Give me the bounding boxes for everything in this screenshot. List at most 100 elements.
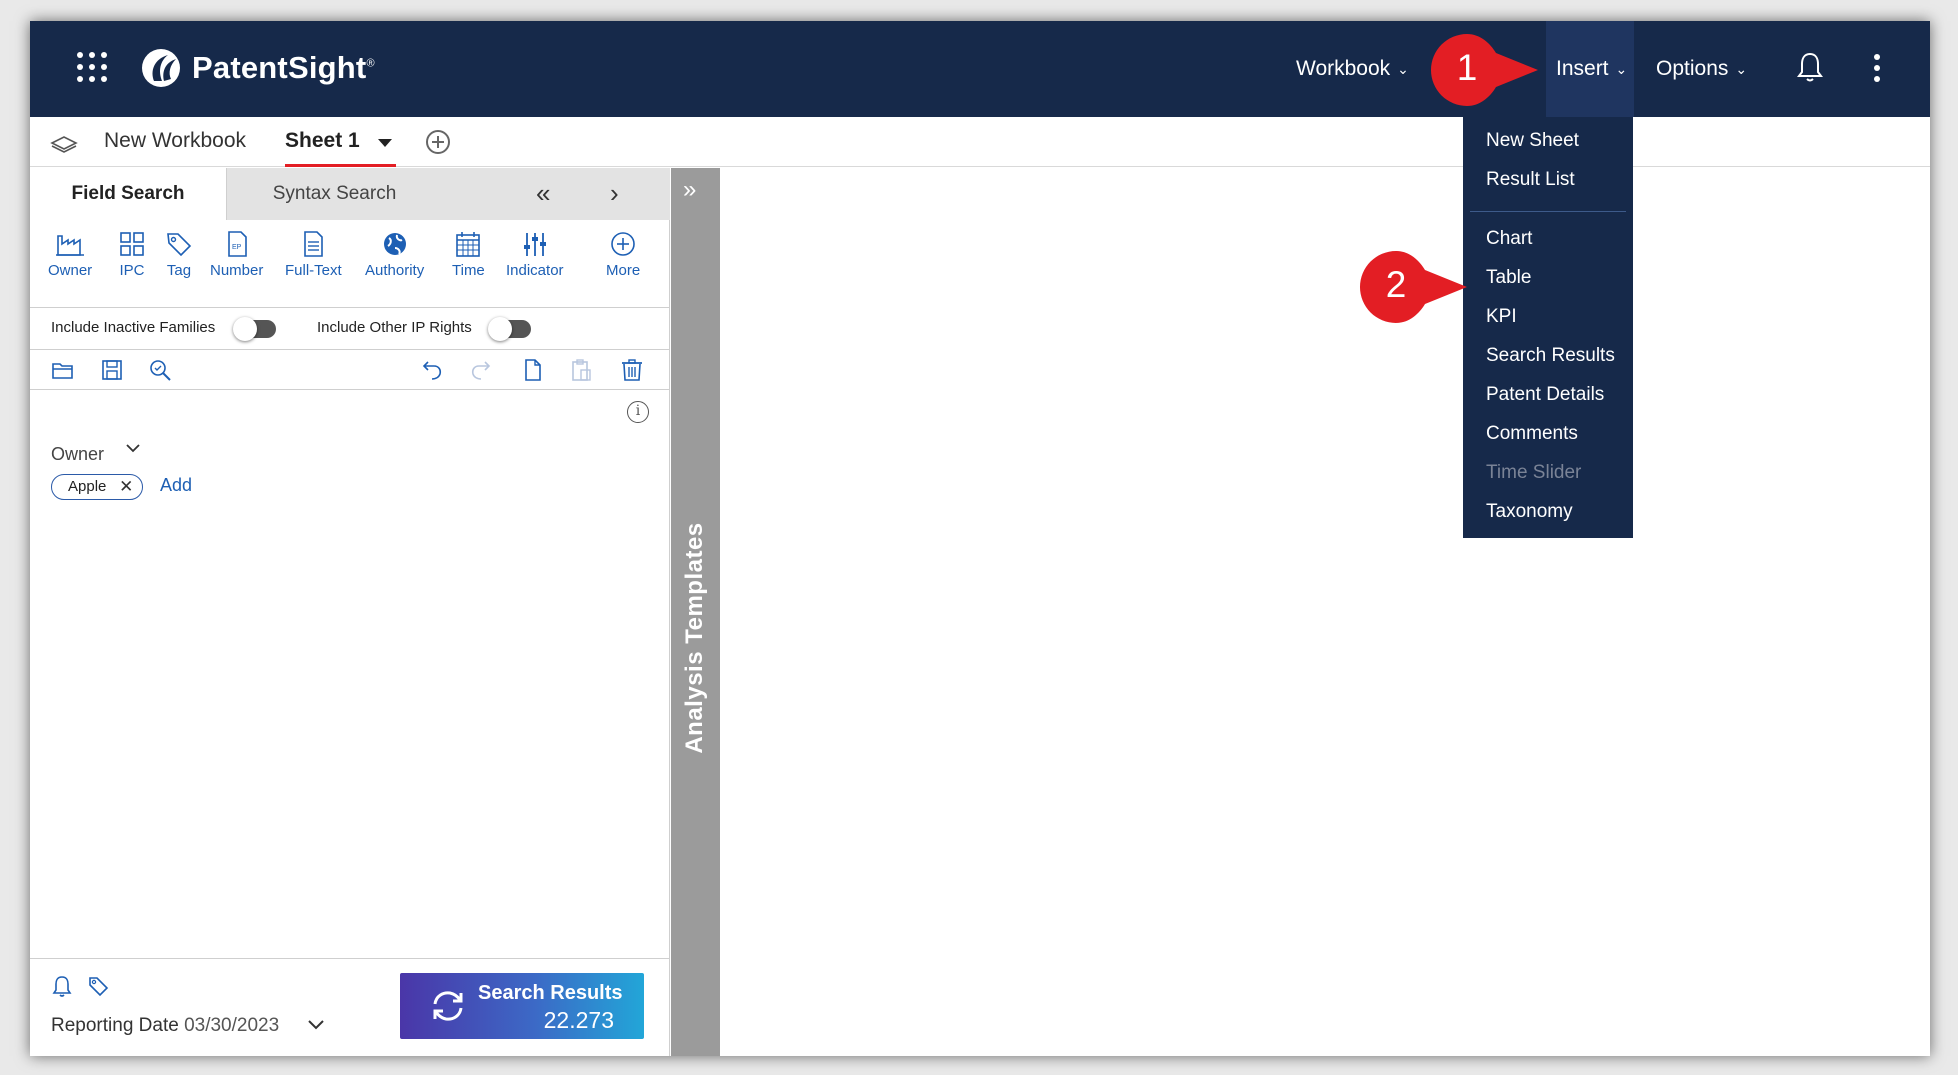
sheet-canvas <box>720 168 1930 1056</box>
logo-text: PatentSight® <box>192 50 375 85</box>
tag-field-button[interactable]: Tag <box>164 230 194 279</box>
authority-field-button[interactable]: Authority <box>365 230 424 279</box>
refresh-icon <box>433 991 463 1021</box>
reporting-date-value: 03/30/2023 <box>184 1015 280 1036</box>
options-menu[interactable]: Options ⌄ <box>1656 21 1747 117</box>
insert-menu-label: Insert <box>1556 57 1609 80</box>
app-window: PatentSight® Workbook ⌄ Insert ⌄ Options… <box>30 21 1930 1056</box>
menu-item-result-list[interactable]: Result List <box>1486 169 1575 191</box>
field-icon-toolbar: Owner IPC Tag EP Number Full-Text Author… <box>30 220 670 308</box>
chevron-down-icon[interactable] <box>307 1017 325 1033</box>
options-toggles: Include Inactive Families Include Other … <box>30 308 670 350</box>
step-2-number: 2 <box>1385 264 1407 305</box>
inactive-families-label: Include Inactive Families <box>51 319 216 336</box>
chip-label: Apple <box>68 478 107 495</box>
search-tabs: Field Search Syntax Search « › <box>30 168 670 220</box>
menu-item-search-results[interactable]: Search Results <box>1486 345 1615 367</box>
copy-icon[interactable] <box>520 358 544 382</box>
alert-bell-icon[interactable] <box>51 975 73 997</box>
search-results-title: Search Results <box>478 982 623 1004</box>
notifications-bell-icon[interactable] <box>1797 51 1823 83</box>
owner-field-button[interactable]: Owner <box>48 230 92 279</box>
search-toolbar <box>30 350 670 390</box>
chevron-right-icon[interactable]: › <box>610 178 619 209</box>
app-launcher-icon[interactable] <box>77 52 107 82</box>
globe-icon <box>383 233 406 255</box>
collapse-panel-icon[interactable]: « <box>536 178 550 209</box>
field-label-owner: Owner <box>48 262 93 279</box>
remove-chip-icon[interactable]: ✕ <box>119 475 133 498</box>
add-sheet-icon[interactable] <box>426 130 450 154</box>
menu-item-taxonomy[interactable]: Taxonomy <box>1486 501 1573 523</box>
delete-trash-icon[interactable] <box>620 358 644 382</box>
menu-item-chart[interactable]: Chart <box>1486 228 1532 250</box>
ipc-field-button[interactable]: IPC <box>117 230 147 279</box>
tab-sheet-1[interactable]: Sheet 1 <box>285 117 396 167</box>
tag-icon <box>167 233 192 257</box>
insert-menu[interactable]: Insert ⌄ <box>1546 21 1634 117</box>
tab-syntax-search[interactable]: Syntax Search <box>227 168 442 220</box>
svg-text:EP: EP <box>232 244 242 251</box>
field-label-tag: Tag <box>166 262 192 279</box>
field-label-more: More <box>606 262 641 279</box>
workbook-menu-label: Workbook <box>1296 57 1391 80</box>
other-ip-rights-label: Include Other IP Rights <box>317 319 472 336</box>
more-fields-button[interactable]: More <box>606 230 640 279</box>
undo-icon[interactable] <box>420 358 444 382</box>
field-label-authority: Authority <box>365 262 425 279</box>
analysis-templates-label: Analysis Templates <box>681 522 708 754</box>
logo: PatentSight® <box>140 47 375 89</box>
menu-item-kpi[interactable]: KPI <box>1486 306 1517 328</box>
document-ep-icon: EP <box>227 231 247 257</box>
chevron-down-icon: ⌄ <box>1735 60 1748 77</box>
field-label-time: Time <box>452 262 485 279</box>
menu-item-table[interactable]: Table <box>1486 267 1531 289</box>
other-ip-rights-toggle[interactable] <box>488 317 531 341</box>
top-navigation-bar: PatentSight® Workbook ⌄ Insert ⌄ Options… <box>30 21 1930 117</box>
expand-panel-icon[interactable]: » <box>683 176 696 204</box>
open-folder-icon[interactable] <box>51 358 75 382</box>
patentsight-logo-icon <box>142 49 180 87</box>
workbook-name[interactable]: New Workbook <box>104 129 246 153</box>
menu-item-time-slider: Time Slider <box>1486 462 1582 483</box>
owner-criteria-label[interactable]: Owner <box>51 444 104 465</box>
chevron-down-icon: ⌄ <box>1615 60 1628 77</box>
menu-item-patent-details[interactable]: Patent Details <box>1486 384 1604 406</box>
insert-dropdown-menu: New Sheet Result List Chart Table KPI Se… <box>1463 117 1633 538</box>
sliders-icon <box>523 233 546 256</box>
menu-item-new-sheet[interactable]: New Sheet <box>1486 130 1579 152</box>
step-1-callout: 1 <box>1428 31 1548 109</box>
workbook-menu[interactable]: Workbook ⌄ <box>1296 21 1409 117</box>
factory-icon <box>56 235 85 256</box>
full-text-field-button[interactable]: Full-Text <box>285 230 342 279</box>
inactive-families-toggle[interactable] <box>233 317 276 341</box>
search-panel: Field Search Syntax Search « › Owner IPC… <box>30 168 670 1056</box>
more-options-icon[interactable] <box>1873 54 1881 82</box>
analysis-templates-panel[interactable]: » Analysis Templates <box>671 168 720 1056</box>
tag-icon[interactable] <box>87 975 109 997</box>
search-preview-icon[interactable] <box>148 358 172 382</box>
owner-chip-apple: Apple ✕ <box>51 474 144 500</box>
chevron-down-icon[interactable] <box>125 440 141 456</box>
plus-circle-icon <box>611 232 635 256</box>
options-menu-label: Options <box>1656 57 1729 80</box>
indicator-field-button[interactable]: Indicator <box>506 230 564 279</box>
paste-icon[interactable] <box>569 358 593 382</box>
field-label-full-text: Full-Text <box>285 262 342 279</box>
time-field-button[interactable]: Time <box>452 230 485 279</box>
reporting-date-label: Reporting Date <box>51 1015 179 1036</box>
tab-field-search[interactable]: Field Search <box>30 168 227 220</box>
chevron-down-icon: ⌄ <box>1397 60 1409 77</box>
caret-down-icon[interactable] <box>378 139 392 147</box>
info-icon[interactable]: i <box>627 401 649 423</box>
document-lines-icon <box>304 231 324 257</box>
reporting-date: Reporting Date 03/30/2023 <box>51 1015 279 1037</box>
calendar-icon <box>456 232 481 257</box>
number-field-button[interactable]: EP Number <box>210 230 263 279</box>
save-icon[interactable] <box>100 358 124 382</box>
menu-item-comments[interactable]: Comments <box>1486 423 1578 445</box>
field-label-ipc: IPC <box>119 262 145 279</box>
add-owner-link[interactable]: Add <box>160 475 192 496</box>
search-results-button[interactable]: Search Results 22.273 <box>400 973 644 1039</box>
redo-icon[interactable] <box>469 358 493 382</box>
